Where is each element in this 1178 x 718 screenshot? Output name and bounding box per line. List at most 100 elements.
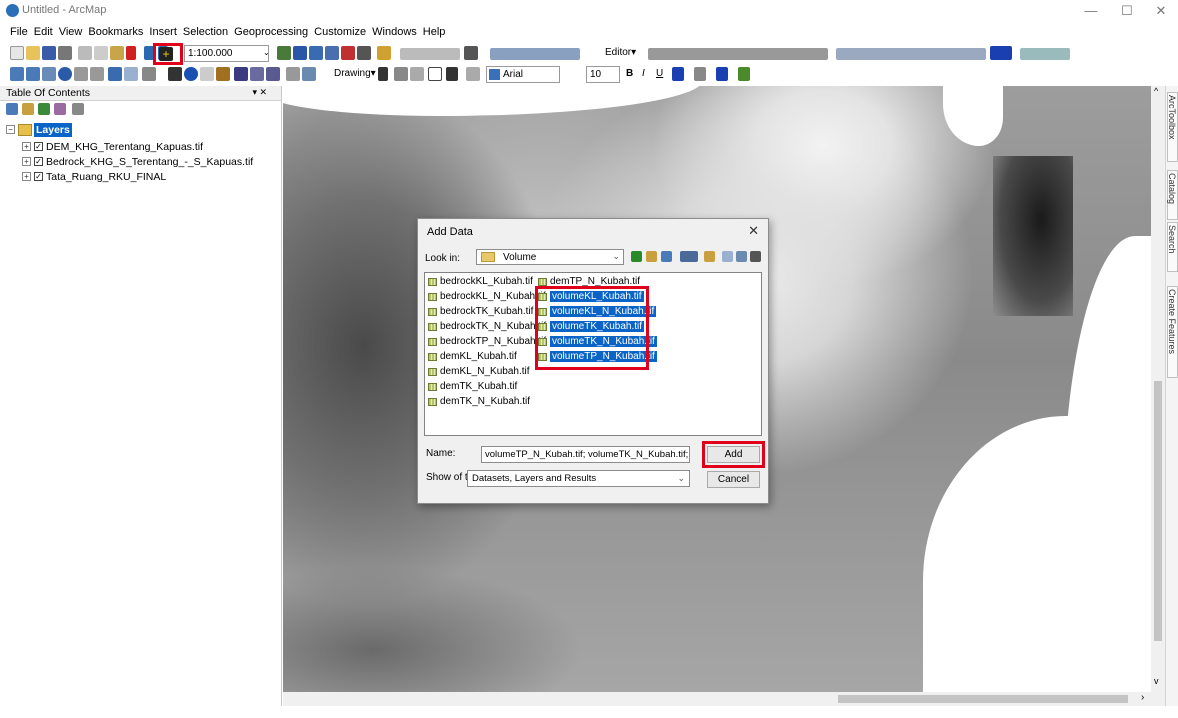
identify-icon[interactable]: [184, 67, 198, 81]
time-slider-icon[interactable]: [302, 67, 316, 81]
catalog-options-icon[interactable]: [736, 251, 747, 262]
fixed-zoom-in-icon[interactable]: [74, 67, 88, 81]
look-in-dropdown[interactable]: Volume ⌄: [476, 249, 624, 265]
select-elements-icon[interactable]: [168, 67, 182, 81]
toggle-contents-panel-icon[interactable]: [661, 251, 672, 262]
drawing-menu[interactable]: Drawing▾: [334, 68, 376, 79]
tab-create-features[interactable]: Create Features: [1167, 286, 1178, 378]
rectangle-icon[interactable]: [428, 67, 442, 81]
file-item[interactable]: bedrockKL_Kubah.tif: [427, 275, 533, 289]
layers-root[interactable]: − Layers: [0, 123, 281, 137]
python-icon[interactable]: [357, 46, 371, 60]
html-popup-icon[interactable]: [216, 67, 230, 81]
target-icon[interactable]: [464, 46, 478, 60]
new-folder-icon[interactable]: [722, 251, 733, 262]
select-pointer-icon[interactable]: [378, 67, 388, 81]
layer-visibility-checkbox[interactable]: ✓: [34, 172, 43, 181]
route-icon[interactable]: [250, 67, 264, 81]
menu-windows[interactable]: Windows: [369, 23, 420, 38]
model-builder-icon[interactable]: [377, 46, 391, 60]
paste-icon[interactable]: [110, 46, 124, 60]
menu-file[interactable]: File: [7, 23, 31, 38]
layer-visibility-checkbox[interactable]: ✓: [34, 157, 43, 166]
editor-tools-group[interactable]: [648, 48, 828, 60]
list-by-visibility-icon[interactable]: [38, 103, 50, 115]
expand-icon[interactable]: +: [22, 172, 31, 181]
font-name-field[interactable]: Arial: [486, 66, 560, 83]
tab-catalog[interactable]: Catalog: [1167, 170, 1178, 220]
chevron-down-icon[interactable]: ⌄: [263, 48, 271, 57]
show-of-type-dropdown[interactable]: Datasets, Layers and Results ⌄: [467, 470, 690, 487]
bold-button[interactable]: B: [626, 68, 633, 79]
catalog-icon[interactable]: [325, 46, 339, 60]
delete-icon[interactable]: [126, 46, 136, 60]
dialog-close-button[interactable]: ✕: [748, 223, 759, 239]
map-scale-field[interactable]: 1:100.000: [184, 45, 269, 62]
toc-layer[interactable]: + ✓ Bedrock_KHG_S_Terentang_-_S_Kapuas.t…: [0, 155, 281, 169]
file-item[interactable]: demTK_Kubah.tif: [427, 380, 517, 394]
scroll-thumb[interactable]: [1154, 381, 1162, 641]
scroll-right-icon[interactable]: ›: [1141, 692, 1144, 703]
layer-visibility-checkbox[interactable]: ✓: [34, 142, 43, 151]
menu-customize[interactable]: Customize: [311, 23, 369, 38]
scroll-up-icon[interactable]: ^: [1154, 86, 1158, 96]
map-vertical-scrollbar[interactable]: ^ v: [1151, 86, 1165, 692]
menu-insert[interactable]: Insert: [146, 23, 180, 38]
italic-button[interactable]: I: [642, 68, 645, 79]
zoom-in-icon[interactable]: [10, 67, 24, 81]
name-field[interactable]: volumeTP_N_Kubah.tif; volumeTK_N_Kubah.t…: [481, 446, 690, 463]
forward-icon[interactable]: [124, 67, 138, 81]
file-item[interactable]: bedrockKL_N_Kubah.tif: [427, 290, 546, 304]
menu-help[interactable]: Help: [420, 23, 449, 38]
editor-menu[interactable]: Editor▾: [605, 47, 636, 58]
expand-icon[interactable]: +: [22, 157, 31, 166]
view-menu-icon[interactable]: [680, 251, 698, 262]
scroll-thumb[interactable]: [838, 695, 1128, 703]
file-item[interactable]: bedrockTK_Kubah.tif: [427, 305, 533, 319]
scroll-down-icon[interactable]: v: [1154, 676, 1159, 686]
up-one-level-icon[interactable]: [631, 251, 642, 262]
tab-arctoolbox[interactable]: ArcToolbox: [1167, 92, 1178, 162]
go-to-default-folder-icon[interactable]: [646, 251, 657, 262]
file-list[interactable]: bedrockKL_Kubah.tif bedrockKL_N_Kubah.tif…: [424, 272, 762, 436]
toc-layer[interactable]: + ✓ Tata_Ruang_RKU_FINAL: [0, 170, 281, 184]
font-size-field[interactable]: 10: [586, 66, 620, 83]
hyperlink-icon[interactable]: [200, 67, 214, 81]
font-color-icon[interactable]: [672, 67, 684, 81]
back-icon[interactable]: [108, 67, 122, 81]
list-by-drawing-order-icon[interactable]: [6, 103, 18, 115]
database-icon[interactable]: [750, 251, 761, 262]
file-item[interactable]: bedrockTK_N_Kubah.tif: [427, 320, 546, 334]
expand-icon[interactable]: +: [22, 142, 31, 151]
line-color-icon[interactable]: [716, 67, 728, 81]
toolbox-icon[interactable]: [341, 46, 355, 60]
toc-options-icon[interactable]: [72, 103, 84, 115]
find-icon[interactable]: [234, 67, 248, 81]
file-item[interactable]: demKL_Kubah.tif: [427, 350, 517, 364]
menu-bookmarks[interactable]: Bookmarks: [85, 23, 146, 38]
fixed-zoom-out-icon[interactable]: [90, 67, 104, 81]
text-icon[interactable]: [446, 67, 458, 81]
collapse-icon[interactable]: −: [6, 125, 15, 134]
minimize-button[interactable]: —: [1076, 2, 1106, 20]
file-item[interactable]: demTK_N_Kubah.tif: [427, 395, 530, 409]
editing-tools-group[interactable]: [400, 48, 460, 60]
tab-search[interactable]: Search: [1167, 222, 1178, 272]
zoom-out-icon[interactable]: [26, 67, 40, 81]
menu-geoprocessing[interactable]: Geoprocessing: [231, 23, 311, 38]
measure-icon[interactable]: [286, 67, 300, 81]
xy-icon[interactable]: [266, 67, 280, 81]
new-document-icon[interactable]: [10, 46, 24, 60]
toc-icon[interactable]: [309, 46, 323, 60]
edit-vertices-icon[interactable]: [466, 67, 480, 81]
color-picker-icon[interactable]: [990, 46, 1012, 60]
list-by-selection-icon[interactable]: [54, 103, 66, 115]
map-horizontal-scrollbar[interactable]: ›: [283, 692, 1165, 706]
zoom-to-selected-icon[interactable]: [410, 67, 424, 81]
marker-color-icon[interactable]: [738, 67, 750, 81]
table-icon[interactable]: [293, 46, 307, 60]
file-item[interactable]: demKL_N_Kubah.tif: [427, 365, 530, 379]
toc-layer[interactable]: + ✓ DEM_KHG_Terentang_Kapuas.tif: [0, 140, 281, 154]
list-by-source-icon[interactable]: [22, 103, 34, 115]
file-item[interactable]: bedrockTP_N_Kubah.tif: [427, 335, 546, 349]
